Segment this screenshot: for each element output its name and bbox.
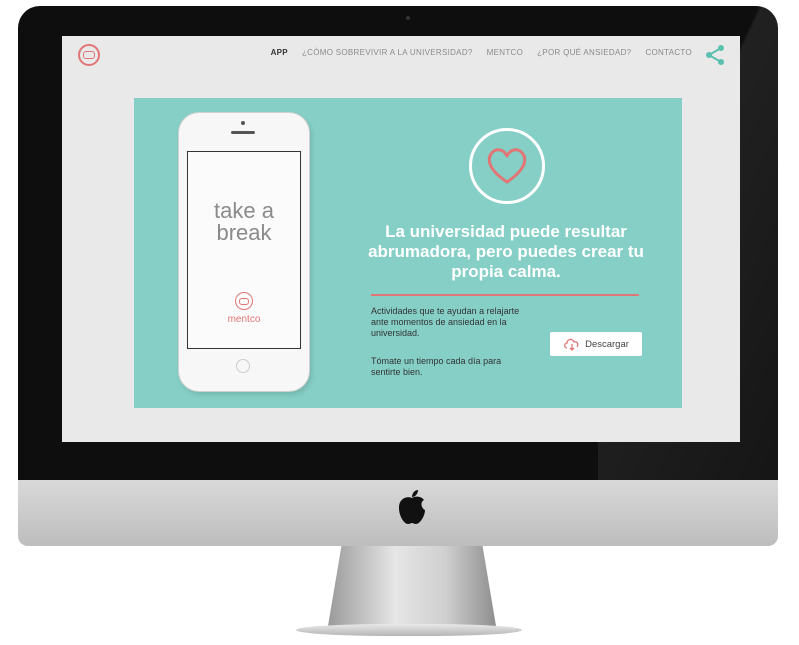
phone-screen: take a break mentco xyxy=(187,151,301,349)
top-nav: APP ¿CÓMO SOBREVIVIR A LA UNIVERSIDAD? M… xyxy=(62,36,740,76)
heart-icon xyxy=(469,128,545,204)
phone-camera xyxy=(241,121,245,125)
share-icon[interactable] xyxy=(704,44,726,66)
hero-description-1: Actividades que te ayudan a relajarte an… xyxy=(371,306,520,338)
phone-logo-icon xyxy=(235,292,253,310)
apple-logo-icon xyxy=(392,488,432,528)
nav-item-app[interactable]: APP xyxy=(271,48,288,57)
heart-shape xyxy=(487,148,527,184)
nav-item-contacto[interactable]: CONTACTO xyxy=(645,48,692,57)
apple-shape xyxy=(399,490,425,524)
nav-item-mentco[interactable]: MENTCO xyxy=(487,48,523,57)
nav-item-por-que-ansiedad[interactable]: ¿POR QUÉ ANSIEDAD? xyxy=(537,48,631,57)
phone-mockup: take a break mentco xyxy=(179,113,309,391)
hero-panel: take a break mentco La universidad puede… xyxy=(134,98,682,408)
nav-item-como-sobrevivir[interactable]: ¿CÓMO SOBREVIVIR A LA UNIVERSIDAD? xyxy=(302,48,473,57)
download-label: Descargar xyxy=(585,338,629,350)
hero-description-2: Tómate un tiempo cada día para sentirte … xyxy=(371,356,502,377)
imac-stand-base xyxy=(296,624,522,636)
download-button[interactable]: Descargar xyxy=(550,332,642,356)
phone-speaker xyxy=(231,131,255,134)
phone-logo-inner xyxy=(239,297,249,305)
hero-headline: La universidad puede resultar abrumadora… xyxy=(368,222,644,281)
imac-stand xyxy=(328,546,496,626)
logo-inner-shape xyxy=(83,51,95,59)
mentco-logo-icon[interactable] xyxy=(78,44,100,66)
nav-links: APP ¿CÓMO SOBREVIVIR A LA UNIVERSIDAD? M… xyxy=(271,48,692,57)
website-screen: APP ¿CÓMO SOBREVIVIR A LA UNIVERSIDAD? M… xyxy=(62,36,740,442)
hero-divider xyxy=(371,294,639,296)
cloud-download-icon xyxy=(564,338,579,351)
phone-home-button xyxy=(236,359,250,373)
camera xyxy=(406,16,410,20)
phone-title: take a break xyxy=(214,198,274,245)
phone-brand: mentco xyxy=(227,314,261,325)
